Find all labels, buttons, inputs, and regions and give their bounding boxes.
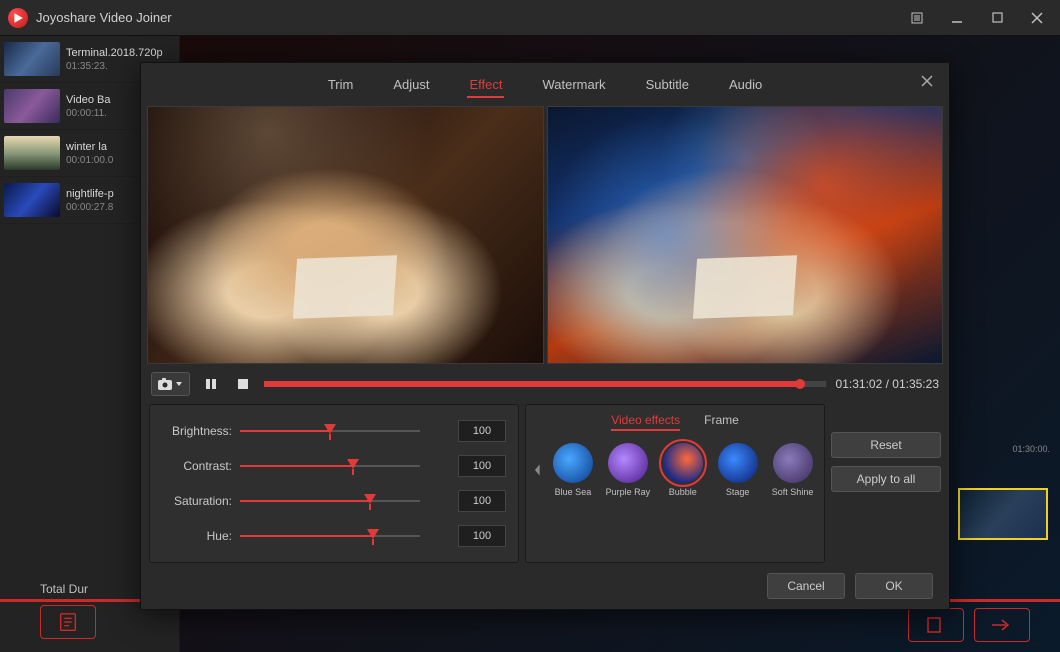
effect-stage[interactable]: Stage: [714, 443, 761, 497]
clip-name: Terminal.2018.720p: [66, 47, 175, 59]
brightness-value[interactable]: 100: [458, 420, 506, 442]
progress-bar[interactable]: [264, 381, 826, 387]
saturation-slider[interactable]: [240, 494, 420, 508]
effect-purple-ray[interactable]: Purple Ray: [604, 443, 651, 497]
minimize-button[interactable]: [942, 6, 972, 30]
slider-panel: Brightness: 100 Contrast: 100 Saturation…: [149, 404, 519, 563]
timeline-clip-thumb[interactable]: [958, 488, 1048, 540]
preview-original: [147, 106, 544, 364]
subtab-video-effects[interactable]: Video effects: [611, 411, 680, 431]
effect-soft-shine[interactable]: Soft Shine: [769, 443, 816, 497]
list-button[interactable]: [40, 605, 96, 639]
app-title: Joyoshare Video Joiner: [36, 10, 902, 25]
preview-effect: [547, 106, 944, 364]
saturation-value[interactable]: 100: [458, 490, 506, 512]
clip-thumb: [4, 89, 60, 123]
time-current: 01:31:02: [836, 377, 883, 391]
transport-bar: 01:31:02 / 01:35:23: [141, 364, 949, 404]
dialog-close-icon[interactable]: [917, 71, 937, 91]
export-button[interactable]: [974, 608, 1030, 642]
scroll-left-icon[interactable]: [534, 462, 542, 478]
tab-watermark[interactable]: Watermark: [540, 73, 607, 98]
subtab-frame[interactable]: Frame: [704, 411, 739, 431]
apply-all-button[interactable]: Apply to all: [831, 466, 941, 492]
tab-effect[interactable]: Effect: [467, 73, 504, 98]
snapshot-button[interactable]: [151, 372, 190, 396]
tab-trim[interactable]: Trim: [326, 73, 356, 98]
time-display: 01:31:02 / 01:35:23: [836, 377, 939, 391]
hue-value[interactable]: 100: [458, 525, 506, 547]
clip-thumb: [4, 42, 60, 76]
maximize-button[interactable]: [982, 6, 1012, 30]
tab-adjust[interactable]: Adjust: [391, 73, 431, 98]
fit-button[interactable]: [908, 608, 964, 642]
hue-label: Hue:: [162, 529, 232, 543]
saturation-label: Saturation:: [162, 494, 232, 508]
hue-slider[interactable]: [240, 529, 420, 543]
titlebar: Joyoshare Video Joiner: [0, 0, 1060, 36]
stop-button[interactable]: [232, 373, 254, 395]
ruler-mark: 01:30:00.: [1012, 444, 1050, 454]
brightness-label: Brightness:: [162, 424, 232, 438]
cancel-button[interactable]: Cancel: [767, 573, 845, 599]
effect-bubble[interactable]: Bubble: [659, 443, 706, 497]
clip-thumb: [4, 183, 60, 217]
brightness-slider[interactable]: [240, 424, 420, 438]
tab-audio[interactable]: Audio: [727, 73, 764, 98]
dialog-tabs: Trim Adjust Effect Watermark Subtitle Au…: [141, 63, 949, 106]
contrast-label: Contrast:: [162, 459, 232, 473]
total-duration-label: Total Dur: [40, 582, 88, 596]
effect-dialog: Trim Adjust Effect Watermark Subtitle Au…: [140, 62, 950, 610]
reset-button[interactable]: Reset: [831, 432, 941, 458]
app-logo: [8, 8, 28, 28]
contrast-slider[interactable]: [240, 459, 420, 473]
ok-button[interactable]: OK: [855, 573, 933, 599]
effect-blue-sea[interactable]: Blue Sea: [549, 443, 596, 497]
tab-subtitle[interactable]: Subtitle: [644, 73, 691, 98]
contrast-value[interactable]: 100: [458, 455, 506, 477]
pause-button[interactable]: [200, 373, 222, 395]
clip-thumb: [4, 136, 60, 170]
effects-panel: Video effects Frame Blue Sea Purple Ray …: [525, 404, 825, 563]
menu-icon[interactable]: [902, 6, 932, 30]
time-total: 01:35:23: [892, 377, 939, 391]
close-window-button[interactable]: [1022, 6, 1052, 30]
